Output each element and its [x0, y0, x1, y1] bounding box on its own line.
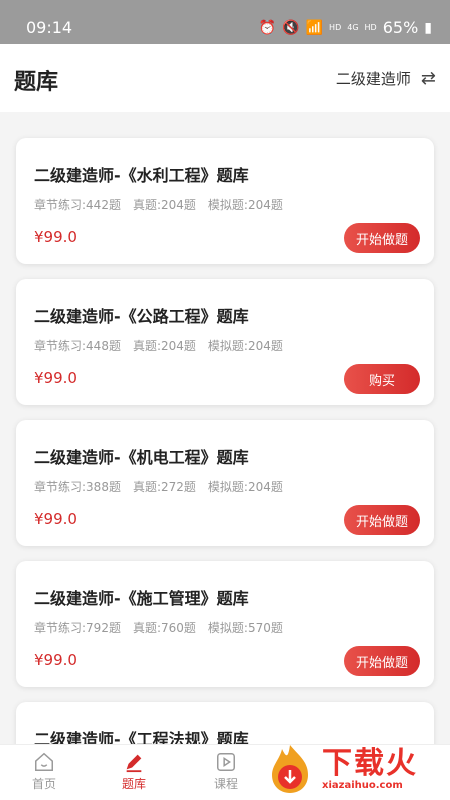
tab-question-bank[interactable]: 题库: [104, 745, 164, 800]
chapter-count: 章节练习:448题: [34, 339, 121, 353]
network-label: 4G: [347, 23, 359, 32]
tab-course[interactable]: 课程: [196, 745, 256, 800]
card-price: ¥99.0: [34, 228, 77, 246]
pencil-icon: [126, 754, 142, 773]
question-bank-card[interactable]: 二级建造师-《机电工程》题库 章节练习:388题 真题:272题 模拟题:204…: [16, 420, 434, 546]
alarm-icon: ⏰: [258, 19, 277, 36]
tab-course-label: 课程: [213, 777, 238, 791]
card-price: ¥99.0: [34, 369, 77, 387]
start-button[interactable]: 开始做题: [344, 646, 420, 676]
page-title: 题库: [14, 70, 59, 95]
hd-label-2: HD: [364, 23, 377, 32]
start-button[interactable]: 开始做题: [344, 223, 420, 253]
real-count: 真题:204题: [132, 198, 196, 212]
tab-home[interactable]: 首页: [14, 745, 74, 800]
question-bank-card[interactable]: 二级建造师-《施工管理》题库 章节练习:792题 真题:760题 模拟题:570…: [16, 561, 434, 687]
exam-type-switcher[interactable]: 二级建造师 ⇄: [336, 68, 436, 89]
hd-label-1: HD: [329, 23, 342, 32]
home-icon: [35, 752, 53, 771]
watermark-sub: xiazaihuo.com: [322, 779, 403, 791]
real-count: 真题:272题: [132, 480, 196, 494]
chapter-count: 章节练习:442题: [34, 198, 121, 212]
mock-count: 模拟题:570题: [207, 621, 283, 635]
tab-home-label: 首页: [31, 777, 56, 791]
status-bar: 09:14 ⏰ 🔇 📶 HD 4G HD 65% ▮: [0, 0, 450, 44]
status-time: 09:14: [26, 18, 73, 37]
watermark-text: 下载火 xiazaihuo.com: [322, 745, 418, 791]
question-bank-card[interactable]: 二级建造师-《水利工程》题库 章节练习:442题 真题:204题 模拟题:204…: [16, 138, 434, 264]
watermark: 下载火 xiazaihuo.com: [264, 738, 444, 800]
video-icon: [217, 753, 235, 771]
card-stats: 章节练习:388题 真题:272题 模拟题:204题: [34, 478, 295, 495]
flame-logo-icon: [272, 745, 308, 793]
swap-icon[interactable]: ⇄: [421, 68, 436, 89]
question-bank-card[interactable]: 二级建造师-《公路工程》题库 章节练习:448题 真题:204题 模拟题:204…: [16, 279, 434, 405]
start-button[interactable]: 开始做题: [344, 505, 420, 535]
card-stats: 章节练习:792题 真题:760题 模拟题:570题: [34, 619, 295, 636]
chapter-count: 章节练习:388题: [34, 480, 121, 494]
card-stats: 章节练习:448题 真题:204题 模拟题:204题: [34, 337, 295, 354]
buy-button[interactable]: 购买: [344, 364, 420, 394]
chapter-count: 章节练习:792题: [34, 621, 121, 635]
wifi-icon: 📶: [305, 19, 324, 36]
mute-icon: 🔇: [282, 19, 300, 36]
tab-question-bank-label: 题库: [121, 777, 146, 791]
card-price: ¥99.0: [34, 510, 77, 528]
battery-icon: ▮: [424, 19, 432, 36]
card-title: 二级建造师-《水利工程》题库: [34, 166, 249, 185]
mock-count: 模拟题:204题: [207, 339, 283, 353]
real-count: 真题:760题: [132, 621, 196, 635]
card-title: 二级建造师-《机电工程》题库: [34, 448, 249, 467]
watermark-main: 下载火: [322, 745, 418, 781]
battery-level: 65%: [382, 18, 419, 37]
header: 题库 二级建造师 ⇄: [0, 44, 450, 112]
mock-count: 模拟题:204题: [207, 198, 283, 212]
card-title: 二级建造师-《公路工程》题库: [34, 307, 249, 326]
mock-count: 模拟题:204题: [207, 480, 283, 494]
status-icons: ⏰ 🔇 📶 HD 4G HD 65% ▮: [259, 18, 432, 37]
card-title: 二级建造师-《施工管理》题库: [34, 589, 249, 608]
real-count: 真题:204题: [132, 339, 196, 353]
card-price: ¥99.0: [34, 651, 77, 669]
exam-type-label: 二级建造师: [335, 70, 411, 88]
card-stats: 章节练习:442题 真题:204题 模拟题:204题: [34, 196, 295, 213]
